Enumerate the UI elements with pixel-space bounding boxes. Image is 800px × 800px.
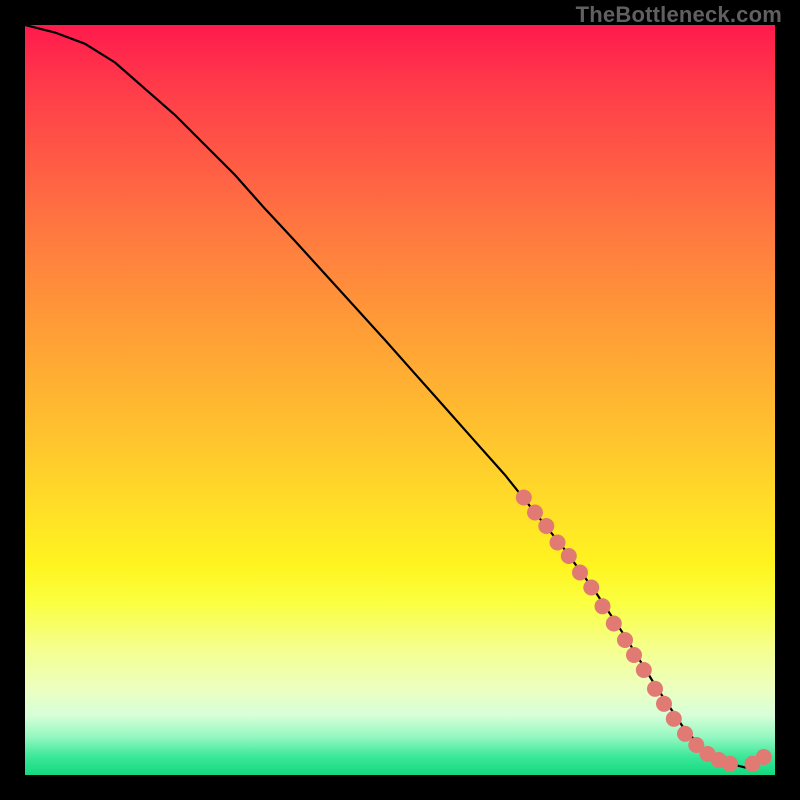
highlight-marker [527, 505, 543, 521]
highlight-marker [756, 749, 772, 765]
curve-layer [25, 25, 775, 775]
highlight-marker [595, 598, 611, 614]
highlight-marker [626, 647, 642, 663]
highlight-marker [666, 711, 682, 727]
highlight-marker [538, 518, 554, 534]
highlight-markers [516, 490, 772, 772]
chart-frame: TheBottleneck.com [0, 0, 800, 800]
highlight-marker [583, 580, 599, 596]
highlight-marker [656, 696, 672, 712]
highlight-marker [647, 681, 663, 697]
highlight-marker [561, 548, 577, 564]
highlight-marker [722, 756, 738, 772]
highlight-marker [572, 565, 588, 581]
highlight-marker [636, 662, 652, 678]
watermark-text: TheBottleneck.com [576, 2, 782, 28]
bottleneck-curve [25, 25, 768, 768]
highlight-marker [606, 616, 622, 632]
highlight-marker [617, 632, 633, 648]
plot-area [25, 25, 775, 775]
highlight-marker [550, 535, 566, 551]
highlight-marker [516, 490, 532, 506]
